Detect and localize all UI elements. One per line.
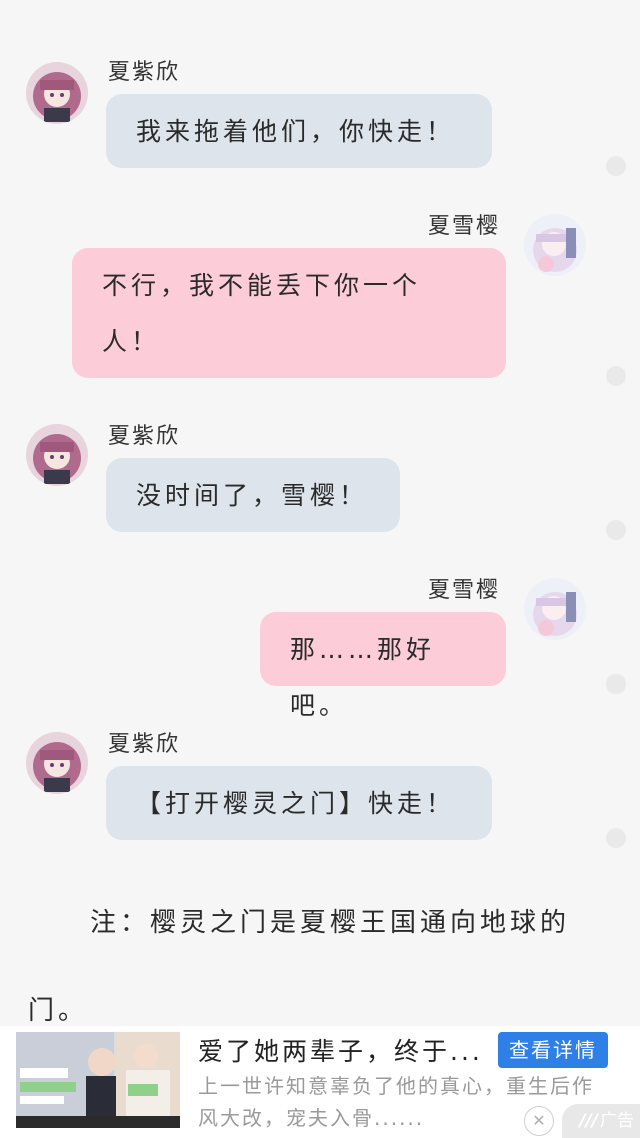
message-bubble[interactable]: 我来拖着他们，你快走！ — [106, 94, 492, 168]
ad-view-details-button[interactable]: 查看详情 — [498, 1032, 608, 1068]
message-bubble[interactable]: 【打开樱灵之门】快走！ — [106, 766, 492, 840]
message-dot — [606, 828, 626, 848]
note-line: 门。 — [28, 996, 89, 1026]
sender-name: 夏雪樱 — [428, 578, 501, 603]
avatar-xia-xueying[interactable] — [524, 214, 586, 276]
message-dot — [606, 156, 626, 176]
message-text: 那……那好吧。 — [290, 635, 436, 720]
message-dot — [606, 674, 626, 694]
ad-close-icon[interactable]: ✕ — [524, 1106, 554, 1136]
ad-label-text: 广告 — [600, 1111, 634, 1131]
message-text-line: 不行，我不能丢下你一个 — [102, 271, 422, 300]
message-bubble[interactable]: 不行，我不能丢下你一个 人！ — [72, 248, 506, 378]
ad-title[interactable]: 爱了她两辈子，终于... — [198, 1032, 488, 1068]
message-text: 没时间了，雪樱！ — [136, 481, 369, 510]
avatar-xia-zixin[interactable] — [26, 62, 88, 124]
avatar-xia-xueying[interactable] — [524, 578, 586, 640]
message-dot — [606, 520, 626, 540]
message-bubble[interactable]: 没时间了，雪樱！ — [106, 458, 400, 532]
sender-name: 夏雪樱 — [428, 214, 501, 239]
ad-network-icon: /// — [579, 1111, 598, 1131]
ad-thumbnail[interactable] — [16, 1032, 180, 1128]
message-bubble[interactable]: 那……那好吧。 — [260, 612, 506, 720]
note-line: 注：樱灵之门是夏樱王国通向地球的 — [90, 908, 571, 938]
message-dot — [606, 366, 626, 386]
avatar-xia-zixin[interactable] — [26, 424, 88, 486]
message-text: 我来拖着他们，你快走！ — [136, 117, 456, 146]
sender-name: 夏紫欣 — [108, 424, 181, 449]
sender-name: 夏紫欣 — [108, 732, 181, 757]
ad-label: ///广告 — [562, 1104, 640, 1138]
message-text-line: 人！ — [102, 327, 161, 356]
avatar-xia-zixin[interactable] — [26, 732, 88, 794]
sender-name: 夏紫欣 — [108, 60, 181, 85]
message-text: 【打开樱灵之门】快走！ — [136, 789, 456, 818]
